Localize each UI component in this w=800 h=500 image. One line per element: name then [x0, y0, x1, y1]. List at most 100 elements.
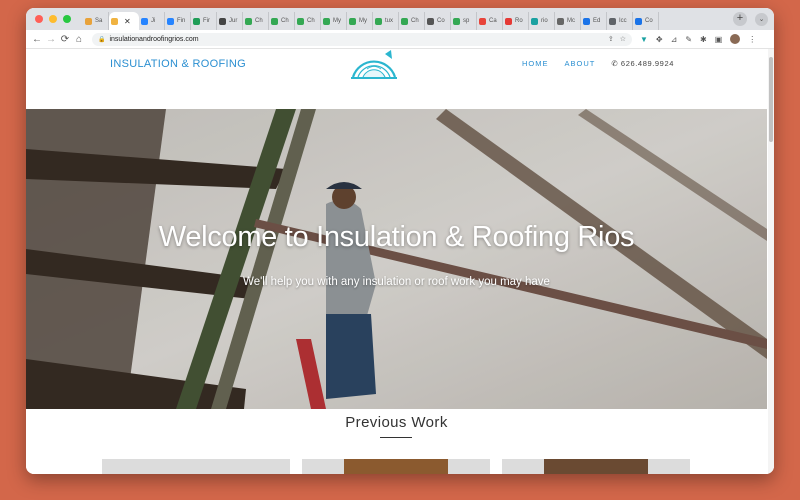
tab-title: sp: [463, 18, 470, 24]
work-photo: [344, 459, 448, 474]
tab-favicon-icon: [557, 17, 564, 25]
tab-favicon-icon: [271, 17, 278, 25]
reload-icon[interactable]: ⟳: [58, 34, 72, 45]
tab-title: Ji: [151, 18, 156, 24]
browser-tab[interactable]: My: [347, 12, 373, 30]
close-window-button[interactable]: [35, 15, 43, 23]
browser-tab[interactable]: sp: [451, 12, 477, 30]
site-brand-link[interactable]: INSULATION & ROOFING: [110, 58, 246, 70]
back-icon[interactable]: ←: [30, 34, 44, 45]
browser-tab[interactable]: Ch: [243, 12, 269, 30]
new-tab-button[interactable]: +: [733, 12, 747, 26]
tab-favicon-icon: [167, 17, 174, 25]
tab-strip: Sa ✕ Ji Fin Fir Jur Ch Ch Ch My My tux Ch Co sp Ca Ro rio…: [26, 8, 774, 30]
browser-tab[interactable]: Ch: [269, 12, 295, 30]
work-card[interactable]: [302, 459, 490, 474]
tab-favicon-icon: [375, 17, 382, 25]
browser-tab[interactable]: Jur: [217, 12, 243, 30]
browser-tab[interactable]: Ro: [503, 12, 529, 30]
tab-favicon-icon: [479, 17, 486, 25]
move-extension-icon[interactable]: ✥: [656, 35, 663, 44]
browser-tab[interactable]: Ch: [399, 12, 425, 30]
tab-title: Ch: [307, 18, 315, 24]
site-header: INSULATION & ROOFING HOME ABOUT ✆ 626.48…: [26, 49, 774, 109]
scrollbar-thumb[interactable]: [769, 57, 773, 142]
browser-tab[interactable]: Fir: [191, 12, 217, 30]
tab-title: My: [333, 18, 341, 24]
tab-title: Ro: [515, 18, 523, 24]
browser-tab[interactable]: Mc: [555, 12, 581, 30]
work-photo: [544, 459, 648, 474]
browser-tab[interactable]: Fin: [165, 12, 191, 30]
main-nav: HOME ABOUT ✆ 626.489.9924: [522, 59, 674, 68]
browser-tab[interactable]: Ca: [477, 12, 503, 30]
tab-favicon-icon: [141, 17, 148, 25]
nav-about-link[interactable]: ABOUT: [565, 59, 596, 68]
tool-extension-icon[interactable]: ✎: [685, 35, 692, 44]
browser-tab[interactable]: My: [321, 12, 347, 30]
tab-favicon-icon: [297, 17, 304, 25]
browser-tab[interactable]: Co: [425, 12, 451, 30]
home-icon[interactable]: ⌂: [72, 34, 86, 45]
hero-subtitle: We'll help you with any insulation or ro…: [243, 276, 550, 288]
tab-search-button[interactable]: ⌄: [755, 12, 768, 26]
tab-favicon-icon: [193, 17, 200, 25]
tab-title: Icc: [619, 18, 627, 24]
tab-title: Jur: [229, 18, 238, 24]
tab-favicon-icon: [219, 17, 226, 25]
browser-tab[interactable]: Ch: [295, 12, 321, 30]
browser-tab[interactable]: tux: [373, 12, 399, 30]
work-card[interactable]: [102, 459, 290, 474]
browser-tab[interactable]: Sa: [83, 12, 109, 30]
phone-link[interactable]: ✆ 626.489.9924: [611, 59, 674, 68]
nav-home-link[interactable]: HOME: [522, 59, 549, 68]
window-controls: [26, 15, 83, 23]
share-icon[interactable]: ⇪: [608, 35, 614, 43]
tab-favicon-icon: [349, 17, 356, 25]
hero-title: Welcome to Insulation & Roofing Rios: [158, 221, 635, 253]
hero-photo: [26, 109, 767, 409]
tab-favicon-icon: [609, 17, 616, 25]
heading-divider: [380, 437, 412, 438]
tab-title: Mc: [567, 18, 575, 24]
browser-menu-icon[interactable]: ⋮: [748, 35, 756, 44]
hero-banner: Welcome to Insulation & Roofing Rios We'…: [26, 109, 767, 409]
browser-window: Sa ✕ Ji Fin Fir Jur Ch Ch Ch My My tux Ch Co sp Ca Ro rio…: [26, 8, 774, 474]
browser-tab[interactable]: Ed: [581, 12, 607, 30]
side-panel-icon[interactable]: ▣: [715, 35, 723, 44]
web-page: INSULATION & ROOFING HOME ABOUT ✆ 626.48…: [26, 49, 774, 474]
tab-favicon-icon: [323, 17, 330, 25]
page-scrollbar[interactable]: [768, 49, 774, 474]
tab-title: Fir: [203, 18, 210, 24]
maximize-window-button[interactable]: [63, 15, 71, 23]
profile-avatar[interactable]: [730, 34, 741, 44]
tab-title: Fin: [177, 18, 186, 24]
address-bar[interactable]: 🔒 insulationandroofingrios.com ⇪ ☆: [92, 32, 632, 46]
phone-number: 626.489.9924: [620, 59, 675, 68]
bookmark-star-icon[interactable]: ☆: [620, 35, 626, 43]
minimize-window-button[interactable]: [49, 15, 57, 23]
stats-extension-icon[interactable]: ⊿: [671, 35, 678, 44]
browser-tab[interactable]: Icc: [607, 12, 633, 30]
extensions-puzzle-icon[interactable]: ✱: [700, 35, 707, 44]
tab-favicon-icon: [453, 17, 460, 25]
work-card[interactable]: [502, 459, 690, 474]
tab-favicon-icon: [635, 17, 642, 25]
phone-icon: ✆: [611, 59, 619, 68]
vpn-extension-icon[interactable]: ▼: [640, 35, 648, 44]
tab-favicon-icon: [505, 17, 512, 25]
browser-tab[interactable]: Ji: [139, 12, 165, 30]
forward-icon[interactable]: →: [44, 34, 58, 45]
browser-tab[interactable]: ✕: [109, 12, 139, 30]
browser-tab[interactable]: Co: [633, 12, 659, 30]
browser-tab[interactable]: rio: [529, 12, 555, 30]
tab-title: Ed: [593, 18, 601, 24]
tab-title: rio: [541, 18, 548, 24]
tab-title: Ch: [411, 18, 419, 24]
company-logo[interactable]: [349, 49, 401, 81]
tab-title: Co: [437, 18, 445, 24]
close-tab-icon[interactable]: ✕: [124, 17, 131, 26]
tab-title: Ch: [281, 18, 289, 24]
extensions-bar: ▼ ✥ ⊿ ✎ ✱ ▣ ⋮: [640, 34, 756, 44]
tab-title: Sa: [95, 18, 103, 24]
